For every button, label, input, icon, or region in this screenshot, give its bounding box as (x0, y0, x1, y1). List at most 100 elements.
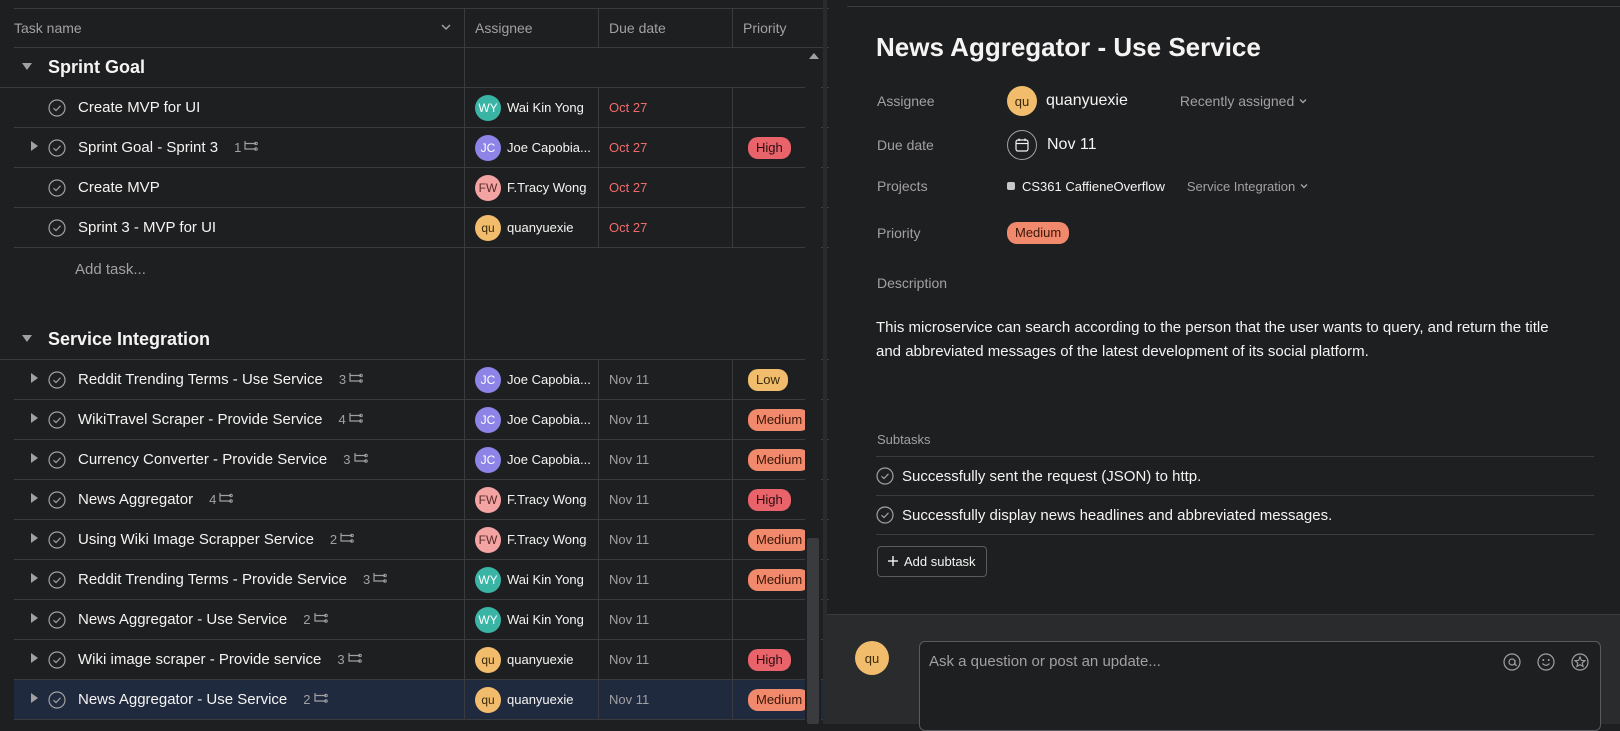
check-circle-icon[interactable] (48, 218, 66, 237)
expand-arrow-icon[interactable] (24, 141, 44, 154)
subtask-count[interactable]: 2 (330, 532, 354, 547)
task-row[interactable]: News Aggregator - Use Service 2 WY Wai Kin … (14, 600, 829, 640)
add-task-button[interactable]: Add task... (0, 248, 465, 290)
assignee-cell[interactable]: JC Joe Capobia... (465, 128, 599, 167)
subtask-row[interactable]: Successfully sent the request (JSON) to … (876, 456, 1594, 495)
task-row[interactable]: Reddit Trending Terms - Provide Service 3… (14, 560, 829, 600)
description-text[interactable]: This microservice can search according t… (876, 316, 1556, 364)
task-name-cell[interactable]: Reddit Trending Terms - Use Service 3 (14, 360, 465, 399)
assignee-cell[interactable]: FW F.Tracy Wong (465, 168, 599, 207)
column-task-name[interactable]: Task name (14, 9, 465, 47)
caret-down-icon[interactable] (22, 334, 36, 346)
task-name-cell[interactable]: Using Wiki Image Scrapper Service 2 (14, 520, 465, 559)
check-circle-icon[interactable] (48, 690, 66, 709)
expand-arrow-icon[interactable] (24, 653, 44, 666)
subtask-count[interactable]: 2 (303, 612, 328, 627)
task-row[interactable]: Reddit Trending Terms - Use Service 3 JC Jo… (14, 360, 829, 400)
assignee-cell[interactable]: FW F.Tracy Wong (465, 480, 599, 519)
task-row[interactable]: Sprint 3 - MVP for UI qu quanyuexie Oct 27 (14, 208, 829, 248)
assignee-cell[interactable]: qu quanyuexie (465, 640, 599, 679)
expand-arrow-icon[interactable] (24, 693, 44, 706)
task-name-cell[interactable]: News Aggregator - Use Service 2 (14, 600, 465, 639)
due-date-cell[interactable]: Nov 11 (599, 680, 733, 719)
assignee-cell[interactable]: WY Wai Kin Yong (465, 600, 599, 639)
assignee-cell[interactable]: JC Joe Capobia... (465, 360, 599, 399)
task-name-cell[interactable]: News Aggregator - Use Service 2 (14, 680, 465, 719)
assignee-cell[interactable]: qu quanyuexie (465, 208, 599, 247)
task-row[interactable]: Sprint Goal - Sprint 3 1 JC Joe Capobia... O… (14, 128, 829, 168)
due-date-cell[interactable]: Nov 11 (599, 360, 733, 399)
priority-value[interactable]: Medium (1007, 222, 1070, 244)
check-circle-icon[interactable] (48, 450, 66, 469)
due-date-cell[interactable]: Nov 11 (599, 480, 733, 519)
task-name-cell[interactable]: Create MVP (14, 168, 465, 207)
section-header[interactable]: Service Integration (0, 320, 829, 360)
project-section-dropdown[interactable]: Service Integration (1187, 179, 1309, 194)
task-row[interactable]: Create MVP for UI WY Wai Kin Yong Oct 27 (14, 88, 829, 128)
check-circle-icon[interactable] (876, 506, 894, 524)
column-assignee[interactable]: Assignee (465, 9, 599, 47)
assignee-cell[interactable]: JC Joe Capobia... (465, 440, 599, 479)
due-date-cell[interactable]: Nov 11 (599, 400, 733, 439)
expand-arrow-icon[interactable] (24, 613, 44, 626)
column-due-date[interactable]: Due date (599, 9, 733, 47)
task-name-cell[interactable]: Wiki image scraper - Provide service 3 (14, 640, 465, 679)
task-row[interactable]: WikiTravel Scraper - Provide Service 4 JC J… (14, 400, 829, 440)
expand-arrow-icon[interactable] (24, 573, 44, 586)
due-date-cell[interactable]: Oct 27 (599, 88, 733, 127)
check-circle-icon[interactable] (48, 650, 66, 669)
due-date-cell[interactable]: Nov 11 (599, 640, 733, 679)
due-date-cell[interactable]: Oct 27 (599, 128, 733, 167)
task-name-cell[interactable]: News Aggregator 4 (14, 480, 465, 519)
scrollbar[interactable] (805, 48, 821, 724)
add-subtask-button[interactable]: Add subtask (877, 546, 987, 577)
assignee-value[interactable]: qu quanyuexie (1007, 86, 1128, 116)
subtask-count[interactable]: 2 (303, 692, 328, 707)
subtask-count[interactable]: 4 (209, 492, 234, 507)
subtask-count[interactable]: 3 (339, 372, 363, 387)
subtask-count[interactable]: 3 (337, 652, 362, 667)
task-name-cell[interactable]: WikiTravel Scraper - Provide Service 4 (14, 400, 465, 439)
chevron-down-icon[interactable] (440, 20, 452, 36)
assignee-cell[interactable]: qu quanyuexie (465, 680, 599, 719)
subtask-count[interactable]: 4 (339, 412, 363, 427)
check-circle-icon[interactable] (48, 178, 66, 197)
due-date-cell[interactable]: Oct 27 (599, 208, 733, 247)
expand-arrow-icon[interactable] (24, 493, 44, 506)
check-circle-icon[interactable] (876, 467, 894, 485)
task-row[interactable]: Currency Converter - Provide Service 3 JC J… (14, 440, 829, 480)
star-badge-icon[interactable] (1570, 652, 1590, 677)
check-circle-icon[interactable] (48, 370, 66, 389)
assignee-cell[interactable]: WY Wai Kin Yong (465, 88, 599, 127)
task-title[interactable]: News Aggregator - Use Service (876, 32, 1261, 63)
task-name-cell[interactable]: Sprint Goal - Sprint 3 1 (14, 128, 465, 167)
due-date-cell[interactable]: Nov 11 (599, 440, 733, 479)
task-name-cell[interactable]: Currency Converter - Provide Service 3 (14, 440, 465, 479)
due-date-cell[interactable]: Nov 11 (599, 520, 733, 559)
comment-input[interactable]: Ask a question or post an update... (919, 641, 1601, 731)
assignee-cell[interactable]: JC Joe Capobia... (465, 400, 599, 439)
check-circle-icon[interactable] (48, 570, 66, 589)
expand-arrow-icon[interactable] (24, 413, 44, 426)
task-row[interactable]: Create MVP FW F.Tracy Wong Oct 27 (14, 168, 829, 208)
mention-icon[interactable] (1502, 652, 1522, 677)
check-circle-icon[interactable] (48, 138, 66, 157)
task-row[interactable]: News Aggregator - Use Service 2 qu quanyuex… (14, 680, 829, 720)
task-row[interactable]: Wiki image scraper - Provide service 3 qu q… (14, 640, 829, 680)
check-circle-icon[interactable] (48, 98, 66, 117)
assignee-cell[interactable]: WY Wai Kin Yong (465, 560, 599, 599)
task-name-cell[interactable]: Sprint 3 - MVP for UI (14, 208, 465, 247)
check-circle-icon[interactable] (48, 410, 66, 429)
task-row[interactable]: Using Wiki Image Scrapper Service 2 FW F.Tr… (14, 520, 829, 560)
subtask-count[interactable]: 3 (363, 572, 388, 587)
due-date-value[interactable]: Nov 11 (1007, 130, 1097, 160)
scroll-up-arrow-icon[interactable] (809, 53, 819, 59)
due-date-cell[interactable]: Oct 27 (599, 168, 733, 207)
subtask-row[interactable]: Successfully display news headlines and … (876, 495, 1594, 534)
check-circle-icon[interactable] (48, 610, 66, 629)
task-name-cell[interactable]: Create MVP for UI (14, 88, 465, 127)
subtask-count[interactable]: 3 (343, 452, 368, 467)
scrollbar-thumb[interactable] (807, 538, 819, 724)
caret-down-icon[interactable] (22, 62, 36, 74)
subtask-count[interactable]: 1 (234, 140, 259, 155)
